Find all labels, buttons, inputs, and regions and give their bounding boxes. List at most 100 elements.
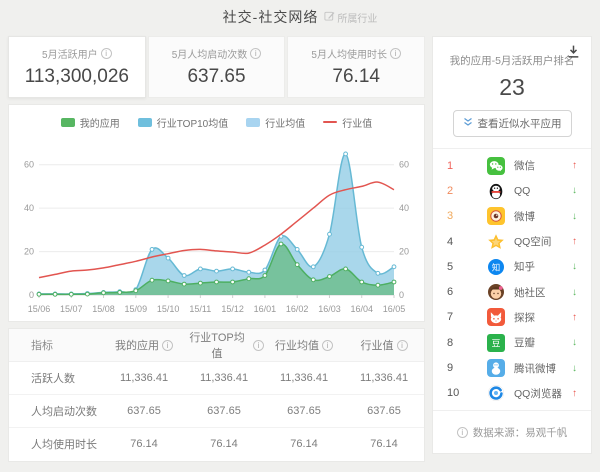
app-name: 她社区: [514, 285, 565, 300]
legend-item[interactable]: 行业值: [323, 115, 372, 130]
rank-list-item[interactable]: 7 探探 ↑: [433, 305, 591, 330]
rank-number: 7: [447, 311, 479, 323]
legend-swatch: [246, 118, 260, 127]
rank-list-item[interactable]: 3 微博 ↓: [433, 204, 591, 229]
rank-number: 5: [447, 261, 479, 273]
main-column: 5月活跃用户 113,300,026 5月人均启动次数 637.65 5月人均使…: [8, 36, 425, 462]
page-header: 社交-社交网络 所属行业: [0, 0, 600, 34]
info-icon[interactable]: [390, 48, 401, 59]
qqbrowser-icon: [487, 384, 505, 402]
svg-text:豆: 豆: [491, 338, 500, 348]
svg-text:0: 0: [399, 290, 404, 300]
app-name: QQ浏览器: [514, 386, 565, 401]
info-icon: [457, 427, 468, 438]
trend-up-icon: ↑: [565, 312, 577, 323]
svg-text:16/02: 16/02: [286, 304, 309, 314]
rank-number: 1: [447, 160, 479, 172]
svg-text:0: 0: [29, 290, 34, 300]
app-name: 探探: [514, 310, 565, 325]
stat-card-launch-count[interactable]: 5月人均启动次数 637.65: [148, 36, 286, 98]
svg-text:15/10: 15/10: [157, 304, 180, 314]
svg-text:20: 20: [24, 247, 34, 257]
app-name: 腾讯微博: [514, 361, 565, 376]
col-header-top-avg: 行业TOP均值: [184, 329, 264, 362]
table-row: 活跃人数 11,336.41 11,336.41 11,336.41 11,33…: [9, 362, 424, 395]
qq-icon: [487, 182, 505, 200]
rank-list-item[interactable]: 5 知 知乎 ↓: [433, 254, 591, 279]
view-similar-apps-button[interactable]: 查看近似水平应用: [453, 110, 572, 137]
douban-icon: 豆: [487, 334, 505, 352]
info-icon[interactable]: [250, 48, 261, 59]
stat-card-usage-time[interactable]: 5月人均使用时长 76.14: [287, 36, 425, 98]
rank-list-item[interactable]: 6 她社区 ↓: [433, 279, 591, 304]
col-header-metric: 指标: [9, 329, 104, 362]
trend-up-icon: ↑: [565, 236, 577, 247]
weibo-icon: [487, 207, 505, 225]
rank-number: 6: [447, 286, 479, 298]
app-name: 微博: [514, 209, 565, 224]
data-source-footer: 数据来源：易观千帆: [433, 411, 591, 453]
trend-up-icon: ↑: [565, 160, 577, 171]
legend-swatch: [138, 118, 152, 127]
svg-text:20: 20: [399, 247, 409, 257]
svg-text:16/01: 16/01: [254, 304, 277, 314]
svg-text:16/04: 16/04: [350, 304, 373, 314]
info-icon[interactable]: [101, 48, 112, 59]
tencent-weibo-icon: [487, 359, 505, 377]
app-name: 豆瓣: [514, 335, 565, 350]
info-icon[interactable]: [397, 340, 408, 351]
metrics-table: 指标 我的应用 行业TOP均值 行业均值 行业值 活跃人数 11,336.41 …: [9, 329, 424, 461]
double-chevron-down-icon: [463, 117, 473, 130]
trend-chart[interactable]: 0020204040606015/0615/0715/0815/0915/101…: [9, 133, 424, 324]
stat-value: 113,300,026: [25, 66, 129, 88]
app-name: 知乎: [514, 259, 565, 274]
svg-text:15/07: 15/07: [60, 304, 83, 314]
trend-down-icon: ↓: [565, 337, 577, 348]
ranking-panel: 我的应用-5月活跃用户排名 23 查看近似水平应用 1 微信 ↑ 2 QQ ↓: [432, 36, 592, 454]
legend-item[interactable]: 行业均值: [246, 115, 305, 130]
industry-link[interactable]: 所属行业: [324, 10, 377, 25]
svg-text:15/12: 15/12: [221, 304, 244, 314]
download-icon[interactable]: [566, 44, 582, 60]
tashequ-icon: [487, 283, 505, 301]
col-header-industry-avg: 行业均值: [264, 329, 344, 362]
app-name: 微信: [514, 158, 565, 173]
stat-value: 76.14: [332, 66, 380, 88]
legend-swatch: [61, 118, 75, 127]
info-icon[interactable]: [322, 340, 333, 351]
svg-text:15/11: 15/11: [189, 304, 211, 314]
app-ranking-list: 1 微信 ↑ 2 QQ ↓ 3 微博 ↓ 4 QQ空间 ↑ 5 知 知乎 ↓: [433, 149, 591, 410]
svg-text:16/05: 16/05: [383, 304, 406, 314]
ranking-column: 我的应用-5月活跃用户排名 23 查看近似水平应用 1 微信 ↑ 2 QQ ↓: [432, 36, 592, 462]
trend-down-icon: ↓: [565, 287, 577, 298]
app-name: QQ空间: [514, 234, 565, 249]
trend-down-icon: ↓: [565, 185, 577, 196]
info-icon[interactable]: [253, 340, 264, 351]
svg-text:40: 40: [399, 203, 409, 213]
zhihu-icon: 知: [487, 258, 505, 276]
wechat-icon: [487, 157, 505, 175]
info-icon[interactable]: [162, 340, 173, 351]
col-header-my-app: 我的应用: [104, 329, 184, 362]
stat-card-active-users[interactable]: 5月活跃用户 113,300,026: [8, 36, 146, 98]
rank-list-item[interactable]: 1 微信 ↑: [433, 153, 591, 178]
trend-up-icon: ↑: [565, 388, 577, 399]
rank-list-item[interactable]: 9 腾讯微博 ↓: [433, 355, 591, 380]
legend-item[interactable]: 我的应用: [61, 115, 120, 130]
chart-legend: 我的应用 行业TOP10均值 行业均值 行业值: [9, 111, 424, 133]
svg-text:15/09: 15/09: [125, 304, 148, 314]
tantan-icon: [487, 308, 505, 326]
stat-cards: 5月活跃用户 113,300,026 5月人均启动次数 637.65 5月人均使…: [8, 36, 425, 98]
rank-list-item[interactable]: 2 QQ ↓: [433, 178, 591, 203]
svg-text:60: 60: [399, 160, 409, 170]
rank-number: 9: [447, 362, 479, 374]
rank-number: 4: [447, 236, 479, 248]
stat-label: 5月人均使用时长: [311, 46, 387, 61]
stat-label: 5月人均启动次数: [172, 46, 248, 61]
rank-list-item[interactable]: 4 QQ空间 ↑: [433, 229, 591, 254]
col-header-industry-val: 行业值: [344, 329, 424, 362]
rank-number: 8: [447, 337, 479, 349]
rank-list-item[interactable]: 10 QQ浏览器 ↑: [433, 381, 591, 406]
legend-item[interactable]: 行业TOP10均值: [138, 115, 229, 130]
rank-list-item[interactable]: 8 豆 豆瓣 ↓: [433, 330, 591, 355]
